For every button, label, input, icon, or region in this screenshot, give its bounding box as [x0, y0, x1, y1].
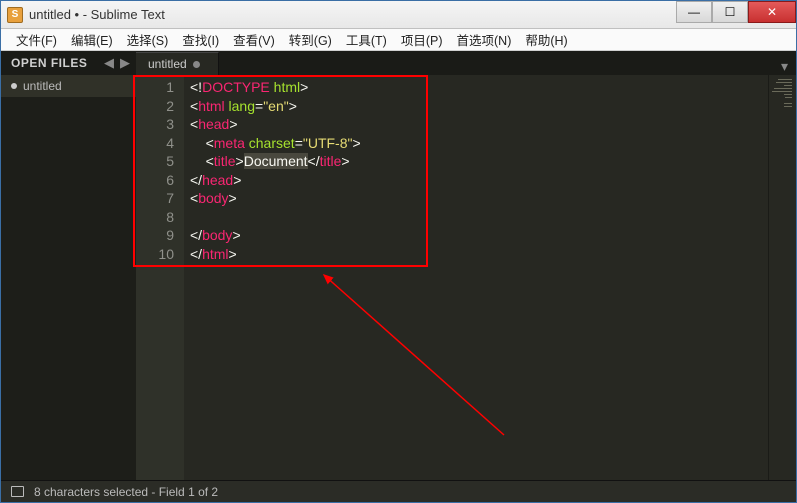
menu-goto[interactable]: 转到(G) [282, 30, 339, 49]
sidebar-header: OPEN FILES [1, 51, 104, 75]
line-number: 3 [136, 115, 174, 134]
minimize-button[interactable]: — [676, 1, 712, 23]
menu-bar: 文件(F) 编辑(E) 选择(S) 查找(I) 查看(V) 转到(G) 工具(T… [1, 29, 796, 51]
menu-help[interactable]: 帮助(H) [518, 30, 574, 49]
panel-icon[interactable] [11, 486, 24, 497]
tab-label: untitled [148, 57, 187, 71]
status-bar: 8 characters selected - Field 1 of 2 [1, 480, 796, 502]
menu-file[interactable]: 文件(F) [9, 30, 64, 49]
window-title: untitled • - Sublime Text [29, 7, 676, 22]
sidebar-nav: ◀ ▶ [104, 51, 136, 75]
annotation-arrow-icon [314, 265, 514, 445]
line-gutter: 1 2 3 4 5 6 7 8 9 10 [136, 75, 184, 480]
menu-view[interactable]: 查看(V) [226, 30, 282, 49]
minimap[interactable] [768, 75, 796, 480]
unsaved-dot-icon [11, 83, 17, 89]
open-file-item[interactable]: untitled [1, 75, 136, 97]
app-window: S untitled • - Sublime Text — ☐ ✕ 文件(F) … [0, 0, 797, 503]
close-button[interactable]: ✕ [748, 1, 796, 23]
window-controls: — ☐ ✕ [676, 1, 796, 23]
line-number: 6 [136, 171, 174, 190]
line-number: 10 [136, 245, 174, 264]
tab-overflow-icon[interactable]: ▾ [773, 58, 796, 75]
menu-find[interactable]: 查找(I) [175, 30, 226, 49]
line-number: 5 [136, 152, 174, 171]
maximize-button[interactable]: ☐ [712, 1, 748, 23]
tab-untitled[interactable]: untitled [136, 52, 219, 75]
tab-unsaved-icon [193, 61, 200, 68]
code-text[interactable]: <!DOCTYPE html> <html lang="en"> <head> … [184, 75, 768, 480]
selected-text: Document [244, 153, 308, 169]
tab-bar: untitled ▾ [136, 51, 796, 75]
nav-forward-icon[interactable]: ▶ [120, 55, 130, 71]
menu-edit[interactable]: 编辑(E) [64, 30, 120, 49]
line-number: 9 [136, 226, 174, 245]
title-bar: S untitled • - Sublime Text — ☐ ✕ [1, 1, 796, 29]
main-area: OPEN FILES ◀ ▶ untitled untitled ▾ [1, 51, 796, 480]
menu-select[interactable]: 选择(S) [120, 30, 176, 49]
status-text: 8 characters selected - Field 1 of 2 [34, 485, 218, 499]
code-area[interactable]: 1 2 3 4 5 6 7 8 9 10 <!DOCTYPE html> <ht… [136, 75, 796, 480]
open-file-label: untitled [23, 79, 62, 93]
sidebar: OPEN FILES ◀ ▶ untitled [1, 51, 136, 480]
menu-preferences[interactable]: 首选项(N) [450, 30, 519, 49]
line-number: 8 [136, 208, 174, 227]
line-number: 2 [136, 97, 174, 116]
editor-area: untitled ▾ 1 2 3 4 5 6 7 8 9 10 [136, 51, 796, 480]
nav-back-icon[interactable]: ◀ [104, 55, 114, 71]
line-number: 1 [136, 78, 174, 97]
line-number: 4 [136, 134, 174, 153]
menu-tools[interactable]: 工具(T) [339, 30, 394, 49]
line-number: 7 [136, 189, 174, 208]
menu-project[interactable]: 项目(P) [394, 30, 450, 49]
app-icon: S [7, 7, 23, 23]
